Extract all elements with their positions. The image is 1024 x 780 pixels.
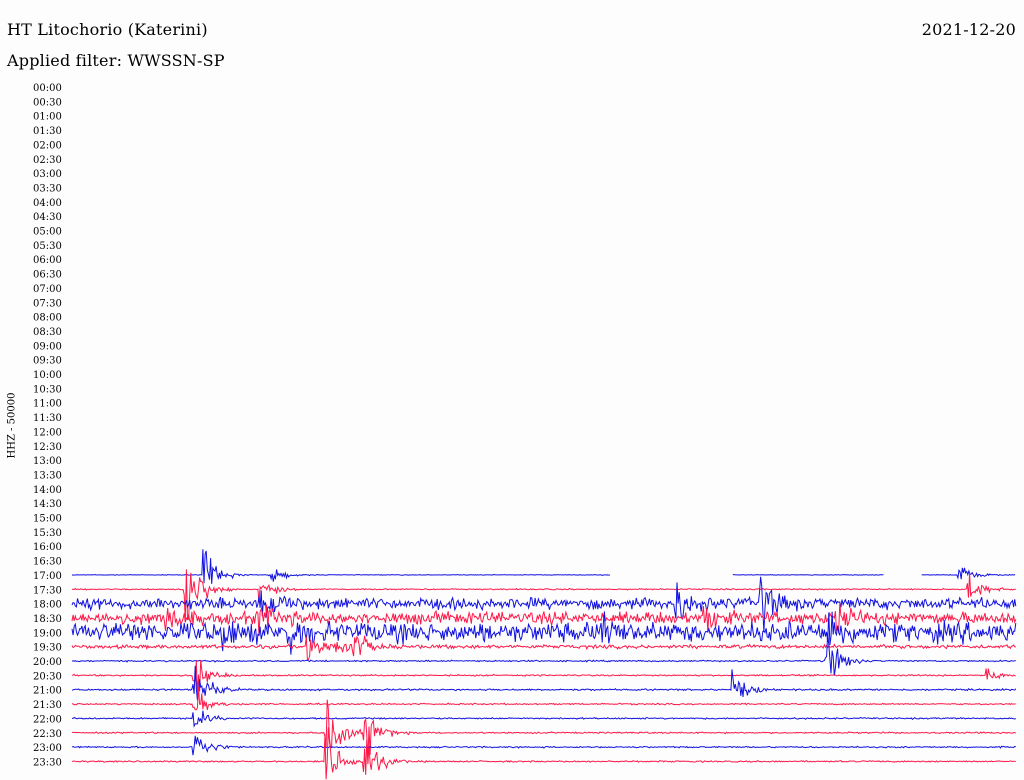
seismic-trace-2100 [71,665,1017,701]
time-tick-label: 02:30 [33,155,62,166]
time-tick-label: 05:30 [33,241,62,252]
time-tick-label: 11:30 [33,413,62,424]
seismic-trace-2300 [71,735,1016,756]
time-tick-label: 02:00 [33,140,62,151]
time-tick-label: 20:00 [33,657,62,668]
seismic-trace-2230 [71,699,1016,760]
seismic-trace-1930 [71,635,1016,661]
time-tick-label: 12:30 [33,442,62,453]
time-tick-label: 12:00 [33,427,62,438]
time-tick-label: 20:30 [33,671,62,682]
time-tick-label: 16:00 [33,542,62,553]
time-tick-label: 07:00 [33,284,62,295]
time-tick-label: 22:00 [33,714,62,725]
time-tick-label: 03:00 [33,169,62,180]
trace-layer [71,549,1017,780]
time-tick-label: 13:00 [33,456,62,467]
time-tick-label: 23:30 [33,757,62,768]
time-tick-label: 21:30 [33,700,62,711]
seismic-trace-1700 [732,574,884,576]
time-tick-label: 18:00 [33,600,62,611]
time-tick-label: 13:30 [33,470,62,481]
time-tick-label: 16:30 [33,557,62,568]
time-tick-label: 10:30 [33,384,62,395]
time-tick-label: 06:30 [33,270,62,281]
time-tick-label: 08:00 [33,313,62,324]
seismic-trace-2200 [71,710,1016,728]
time-tick-label: 01:00 [33,112,62,123]
time-tick-label: 04:30 [33,212,62,223]
time-tick-label: 14:30 [33,499,62,510]
time-tick-label: 21:00 [33,686,62,697]
time-tick-label: 09:00 [33,341,62,352]
time-tick-label: 14:00 [33,485,62,496]
time-axis: 00:00 00:30 01:00 01:30 02:00 02:30 03:00 03:30… [33,83,62,768]
time-tick-label: 00:30 [33,97,62,108]
seismic-trace-2000 [71,633,1016,676]
time-tick-label: 23:00 [33,743,62,754]
seismic-trace-2330 [71,727,1017,780]
time-tick-label: 01:30 [33,126,62,137]
time-tick-label: 19:00 [33,628,62,639]
time-tick-label: 00:00 [33,83,62,94]
time-tick-label: 18:30 [33,614,62,625]
seismic-trace-1800 [71,576,1017,633]
time-tick-label: 11:00 [33,399,62,410]
time-tick-label: 22:30 [33,729,62,740]
time-tick-label: 15:00 [33,514,62,525]
time-tick-label: 07:30 [33,298,62,309]
helicorder-plot: 00:00 00:30 01:00 01:30 02:00 02:30 03:00 03:30… [33,83,1017,780]
seismic-trace-1700 [921,567,1016,580]
time-tick-label: 10:00 [33,370,62,381]
time-tick-label: 03:30 [33,183,62,194]
time-tick-label: 17:00 [33,571,62,582]
time-tick-label: 08:30 [33,327,62,338]
time-tick-label: 04:00 [33,198,62,209]
seismic-trace-1700 [71,549,610,584]
time-tick-label: 05:00 [33,227,62,238]
time-tick-label: 15:30 [33,528,62,539]
time-tick-label: 17:30 [33,585,62,596]
time-tick-label: 19:30 [33,643,62,654]
time-tick-label: 09:30 [33,356,62,367]
time-tick-label: 06:00 [33,255,62,266]
